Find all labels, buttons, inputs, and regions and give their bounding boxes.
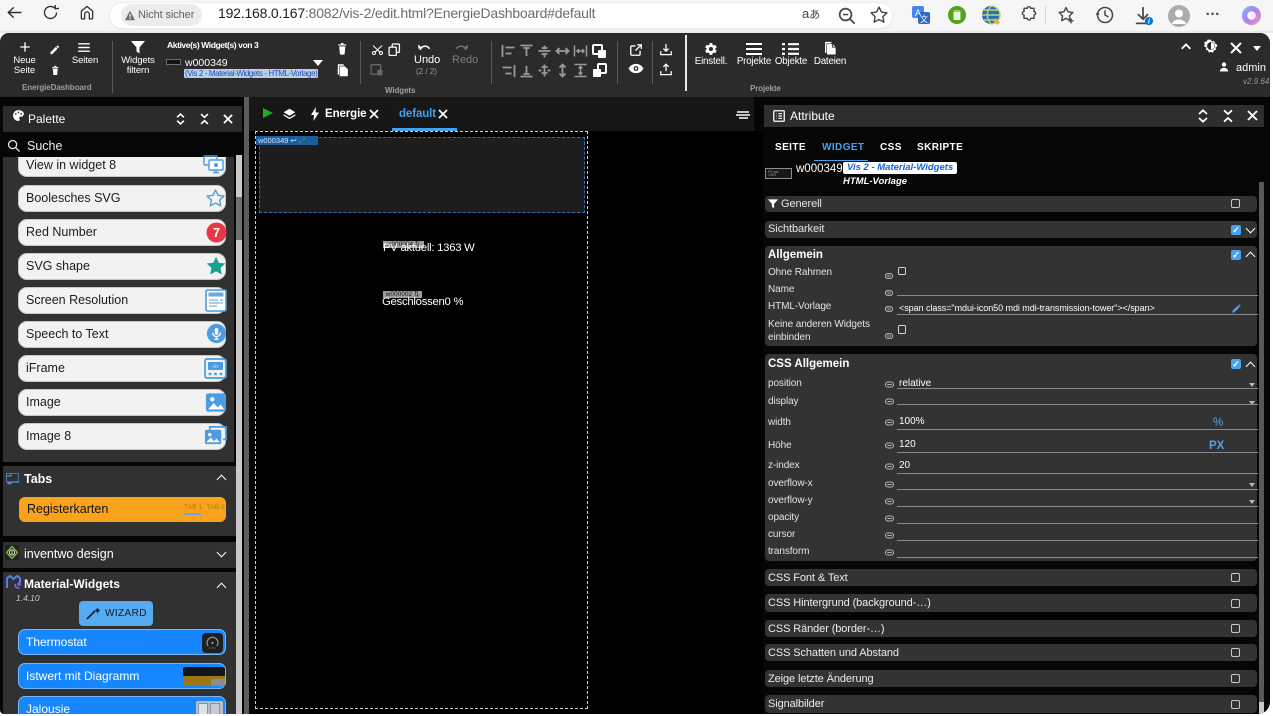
svg-text:</>: </> — [212, 364, 219, 369]
svg-text:7: 7 — [213, 226, 220, 240]
svg-text:文: 文 — [920, 14, 928, 24]
